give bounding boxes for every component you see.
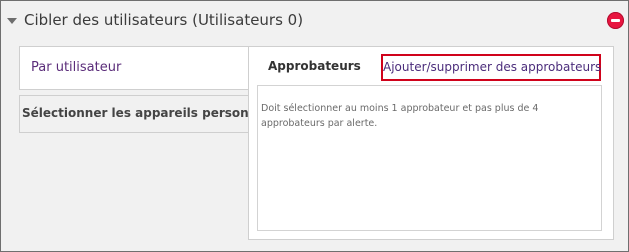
tab-select-devices-label: Sélectionner les appareils personnels bbox=[22, 106, 277, 120]
remove-section-icon[interactable] bbox=[607, 12, 624, 29]
tab-select-devices[interactable]: Sélectionner les appareils personnels bbox=[19, 95, 277, 133]
approvers-title: Approbateurs bbox=[268, 59, 361, 73]
collapse-caret-icon[interactable] bbox=[7, 18, 17, 24]
tab-by-user[interactable]: Par utilisateur bbox=[19, 46, 249, 90]
approvers-panel: Approbateurs Ajouter/supprimer des appro… bbox=[248, 46, 614, 240]
tab-by-user-label: Par utilisateur bbox=[31, 60, 122, 75]
target-users-section: Cibler des utilisateurs (Utilisateurs 0)… bbox=[0, 0, 629, 252]
section-header[interactable]: Cibler des utilisateurs (Utilisateurs 0) bbox=[1, 1, 628, 37]
add-remove-approvers-link[interactable]: Ajouter/supprimer des approbateurs bbox=[381, 54, 601, 81]
approvers-info-text: Doit sélectionner au moins 1 approbateur… bbox=[261, 103, 539, 129]
section-title: Cibler des utilisateurs (Utilisateurs 0) bbox=[24, 11, 304, 29]
approvers-list-box: Doit sélectionner au moins 1 approbateur… bbox=[257, 85, 602, 231]
